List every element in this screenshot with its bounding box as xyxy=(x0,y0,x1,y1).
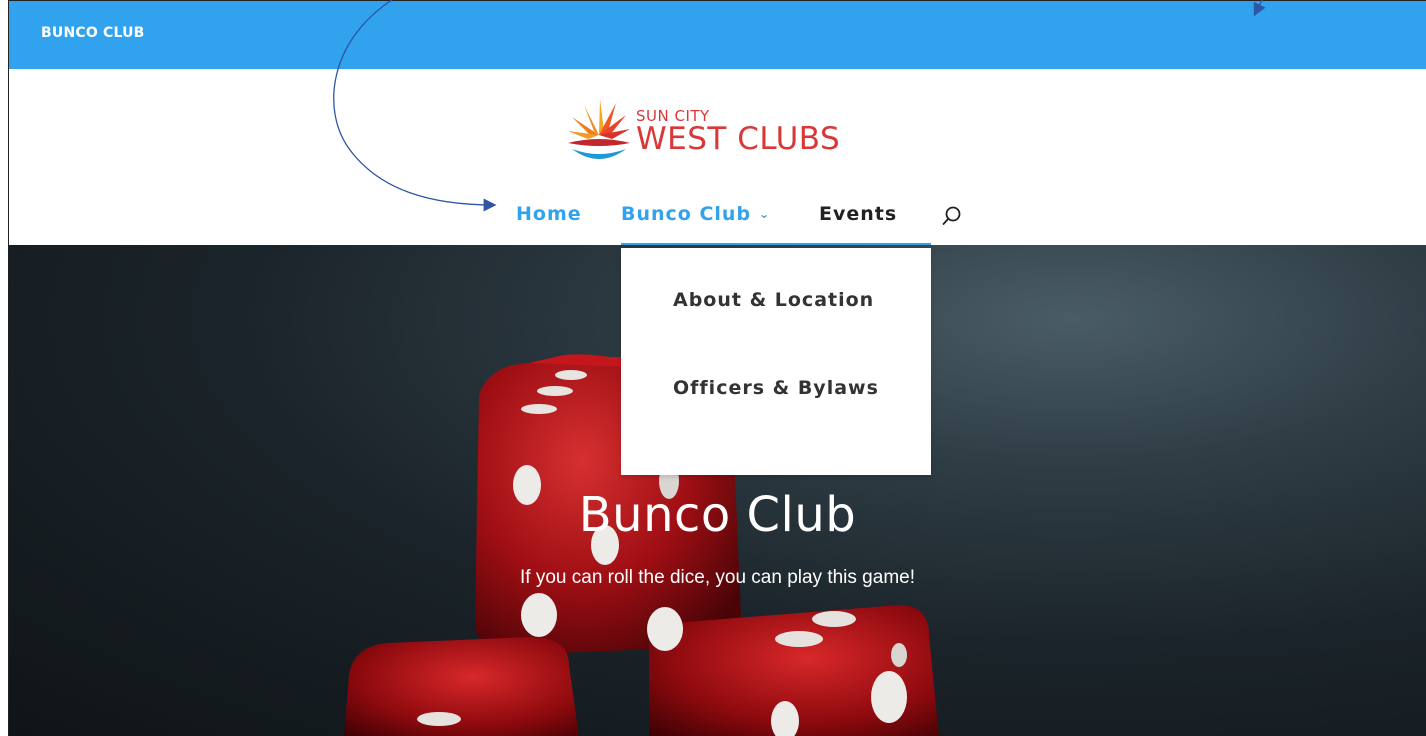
site-header: SUN CITY WEST CLUBS Home Bunco Club ⌄ Eve… xyxy=(9,69,1426,246)
nav-item-bunco-club-label: Bunco Club xyxy=(621,203,752,225)
dropdown-item-officers-bylaws[interactable]: Officers & Bylaws xyxy=(673,370,893,406)
hero-title: Bunco Club xyxy=(578,487,857,543)
site-name[interactable]: BUNCO CLUB xyxy=(41,25,145,41)
dropdown-item-about-location[interactable]: About & Location xyxy=(673,282,893,318)
hero-subtitle: If you can roll the dice, you can play t… xyxy=(520,567,915,588)
nav-item-events[interactable]: Events xyxy=(819,203,897,225)
nav-item-bunco-club[interactable]: Bunco Club ⌄ xyxy=(621,203,770,225)
bunco-club-dropdown-menu: About & Location Officers & Bylaws xyxy=(621,248,931,475)
sun-city-west-clubs-logo[interactable]: SUN CITY WEST CLUBS xyxy=(564,97,864,169)
search-icon[interactable] xyxy=(941,205,963,227)
sunburst-logo-icon xyxy=(568,99,630,159)
top-bar: BUNCO CLUB xyxy=(9,1,1426,69)
nav-item-home[interactable]: Home xyxy=(516,203,582,225)
chevron-down-icon: ⌄ xyxy=(759,207,771,221)
logo-line-2: WEST CLUBS xyxy=(636,121,841,157)
page-frame: BUNCO CLUB SUN CITY WEST CLUBS Home Bunc xyxy=(8,0,1426,736)
main-navigation: Home Bunco Club ⌄ Events xyxy=(9,197,1426,246)
